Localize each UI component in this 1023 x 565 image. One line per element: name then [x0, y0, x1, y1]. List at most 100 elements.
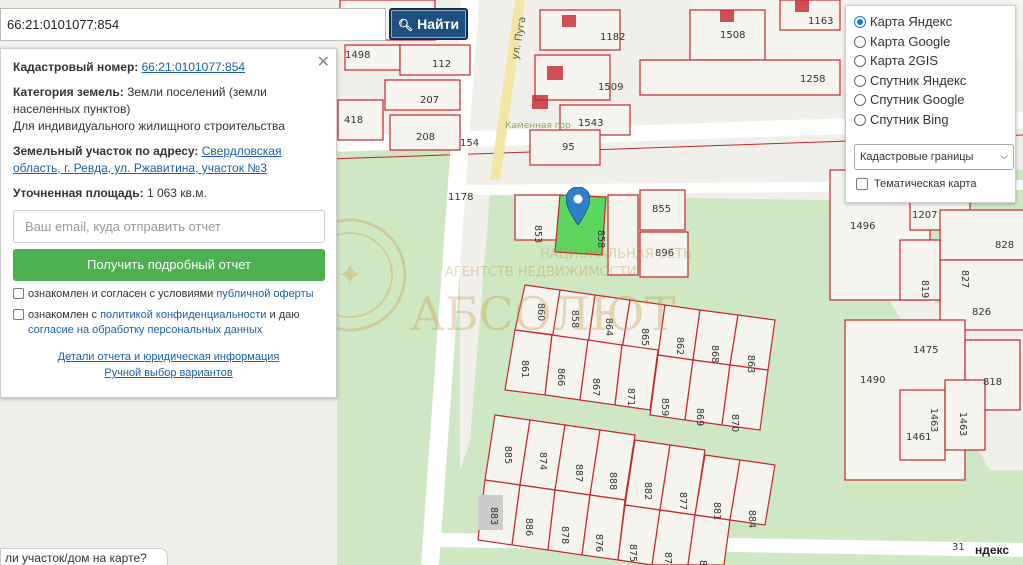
data-processing-link[interactable]: согласие на обработку персональных данны… [28, 324, 262, 336]
parcel-label[interactable]: 208 [416, 132, 435, 143]
privacy-policy-link[interactable]: политикой конфиденциальности [100, 309, 266, 321]
layer-radio[interactable] [854, 35, 866, 48]
offer-consent-checkbox[interactable] [13, 288, 24, 299]
parcel-label[interactable]: 863 [745, 355, 756, 373]
report-details-link[interactable]: Детали отчета и юридическая информация [58, 351, 280, 363]
parcel-label[interactable]: 869 [694, 408, 705, 426]
land-category-label: Категория земель: [13, 85, 124, 99]
parcel-label[interactable]: 877 [677, 492, 688, 510]
parcel-label[interactable]: 883 [488, 507, 499, 525]
privacy-consent-checkbox[interactable] [13, 309, 24, 320]
parcel-label[interactable]: 828 [995, 240, 1014, 251]
parcel-label[interactable]: 819 [919, 280, 930, 298]
layer-option-label: Карта Яндекс [870, 14, 953, 29]
parcel-label[interactable]: 867 [590, 378, 601, 396]
layer-panel: Карта Яндекс Карта Google Карта 2GIS Спутни… [845, 5, 1016, 203]
parcel-label[interactable]: 886 [523, 518, 534, 536]
layer-option-label: Спутник Google [870, 92, 965, 108]
close-icon[interactable]: ✕ [317, 52, 330, 72]
parcel-label[interactable]: 866 [555, 368, 566, 386]
layer-radio[interactable] [854, 55, 866, 68]
parcel-label[interactable]: 876 [593, 534, 604, 552]
parcel-label[interactable]: 881 [711, 502, 722, 520]
parcel-label[interactable]: 1178 [448, 192, 473, 203]
layer-option[interactable]: Спутник Яндекс [854, 71, 1009, 91]
parcel-label[interactable]: 1163 [808, 16, 833, 27]
layer-radio[interactable] [854, 16, 866, 28]
parcel-label[interactable]: 1509 [598, 82, 623, 93]
parcel-label[interactable]: 878 [559, 526, 570, 544]
parcel-label[interactable]: 882 [642, 482, 653, 500]
parcel-label[interactable]: 888 [607, 472, 618, 490]
parcel-label[interactable]: 818 [983, 377, 1002, 388]
layer-option[interactable]: Карта 2GIS [854, 51, 1009, 71]
parcel-label[interactable]: 1490 [860, 375, 885, 386]
area-value: 1 063 кв.м. [146, 186, 207, 200]
parcel-label[interactable]: 873 [697, 560, 708, 565]
thematic-map-label: Тематическая карта [874, 177, 977, 190]
parcel-label[interactable]: 861 [519, 360, 530, 378]
parcel-label[interactable]: 1463 [957, 412, 968, 436]
search-input[interactable]: 66:21:0101077:854 [0, 8, 386, 41]
parcel-label[interactable]: 1508 [720, 30, 745, 41]
layer-radio[interactable] [854, 113, 866, 126]
chevron-down-icon: ⌵ [1000, 150, 1008, 162]
parcel-label[interactable]: 859 [659, 398, 670, 416]
parcel-label[interactable]: 884 [746, 510, 757, 528]
parcel-label[interactable]: 862 [674, 337, 685, 355]
parcel-label[interactable]: 875 [627, 544, 638, 562]
land-category-row: Категория земель: Земли поселений (земли… [13, 84, 324, 135]
parcel-label[interactable]: 827 [959, 270, 970, 288]
parcel-label[interactable]: 207 [420, 95, 439, 106]
layer-select[interactable]: Кадастровые границы ⌵ [854, 143, 1014, 170]
thematic-map-checkbox[interactable] [856, 177, 868, 190]
layer-option[interactable]: Спутник Google [854, 90, 1009, 110]
parcel-label[interactable]: 853 [532, 225, 543, 243]
parcel-label[interactable]: 1498 [345, 50, 370, 61]
layer-select-value: Кадастровые границы [860, 150, 974, 163]
parcel-label[interactable]: 858 [595, 230, 606, 248]
parcel-label[interactable]: 870 [729, 414, 740, 432]
land-usage-value: Для индивидуального жилищного строительс… [13, 119, 285, 133]
privacy-consent-text: ознакомлен с [28, 309, 98, 321]
parcel-label[interactable]: 826 [972, 307, 991, 318]
layer-option[interactable]: Карта Google [854, 32, 1009, 52]
parcel-label[interactable]: 855 [652, 204, 671, 215]
address-label: Земельный участок по адресу: [13, 144, 199, 158]
location-pin-icon[interactable] [566, 187, 590, 225]
parcel-label[interactable]: 31 [952, 542, 965, 553]
parcel-label[interactable]: 95 [562, 142, 575, 153]
search-button[interactable]: 🔍︎ Найти [389, 8, 468, 40]
parcel-label[interactable]: 1543 [578, 118, 603, 129]
parcel-label[interactable]: 885 [502, 446, 513, 464]
parcel-label[interactable]: 154 [460, 138, 479, 149]
parcel-label[interactable]: 868 [709, 345, 720, 363]
parcel-label[interactable]: 879 [662, 552, 673, 565]
parcel-label[interactable]: 1182 [600, 32, 625, 43]
parcel-label[interactable]: 1475 [913, 345, 938, 356]
parcel-label[interactable]: 1258 [800, 74, 825, 85]
public-offer-link[interactable]: публичной оферты [216, 288, 313, 300]
parcel-label[interactable]: 871 [625, 388, 636, 406]
find-on-map-tab[interactable]: ли участок/дом на карте? [0, 548, 168, 565]
email-field[interactable]: Ваш email, куда отправить отчет [13, 210, 325, 243]
get-report-button[interactable]: Получить подробный отчет [13, 249, 325, 281]
layer-radio[interactable] [854, 94, 866, 107]
parcel-label[interactable]: 887 [573, 464, 584, 482]
yandex-logo: ндекс [975, 543, 1010, 557]
parcel-label[interactable]: 874 [537, 452, 548, 470]
cadastral-number-link[interactable]: 66:21:0101077:854 [142, 60, 245, 74]
parcel-label[interactable]: 1496 [850, 221, 875, 232]
parcel-label[interactable]: 1463 [928, 408, 939, 432]
offer-consent-row: ознакомлен и согласен с условиями публич… [13, 287, 324, 302]
parcel-label[interactable]: 418 [344, 115, 363, 126]
parcel-label[interactable]: 112 [432, 59, 451, 70]
layer-option[interactable]: Спутник Bing [854, 110, 1009, 130]
manual-selection-link[interactable]: Ручной выбор вариантов [104, 367, 232, 379]
parcel-label[interactable]: 1461 [906, 432, 931, 443]
parcel-label[interactable]: 1207 [912, 210, 937, 221]
layer-option[interactable]: Карта Яндекс [854, 12, 1009, 32]
thematic-map-row[interactable]: Тематическая карта [854, 177, 1009, 191]
address-row: Земельный участок по адресу: Свердловска… [13, 143, 324, 177]
layer-radio[interactable] [854, 74, 866, 87]
